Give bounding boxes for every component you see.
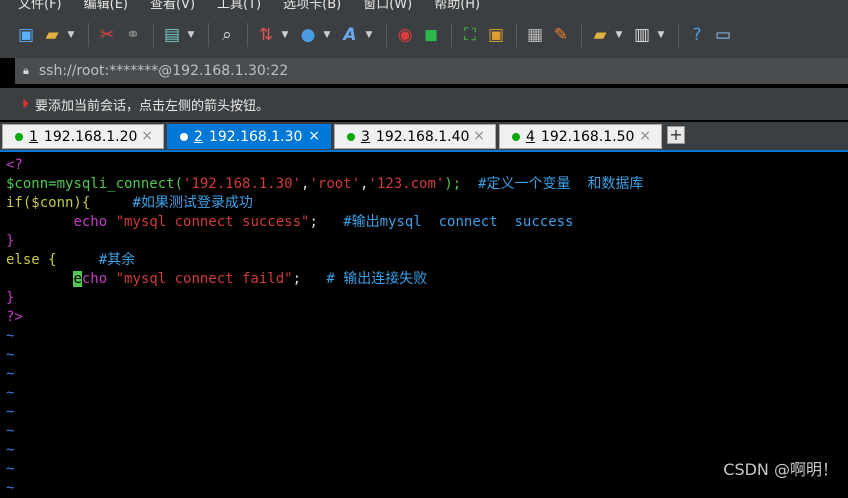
toolbar: ▣ ▰ ▼ ✂ ⚭ ▤ ▼ ⌕ ⇅ ▼ ● ▼ A ▼ ◉ ◼ ⛶ ▣ ▦ ✎ … (0, 12, 848, 58)
terminal[interactable]: <? $conn=mysqli_connect('192.168.1.30','… (0, 152, 848, 496)
connected-dot-icon (512, 132, 520, 141)
new-file-icon[interactable]: ▤ (160, 23, 184, 47)
tab-192-168-1-20[interactable]: 1 192.168.1.20 × (2, 124, 164, 149)
code-line: echo "mysql connect faild"; # 输出连接失败 (73, 271, 428, 287)
terminal-cursor: e (73, 271, 82, 287)
tilde-line: ~ (6, 366, 15, 382)
tab-bar: 1 192.168.1.20 × 2 192.168.1.30 × 3 192.… (0, 122, 848, 150)
chevron-down-icon[interactable]: ▼ (186, 23, 196, 47)
xftp-icon[interactable]: ◼ (419, 23, 443, 47)
keyboard-icon[interactable]: ▦ (523, 23, 547, 47)
code-line: if($conn){ #如果测试登录成功 (6, 195, 253, 211)
new-session-icon[interactable]: ▣ (14, 23, 38, 47)
menu-edit[interactable]: 编辑(E) (84, 0, 128, 12)
code-line: $conn=mysqli_connect('192.168.1.30','roo… (6, 176, 644, 192)
open-folder-icon[interactable]: ▰ (40, 23, 64, 47)
xshell-icon[interactable]: ◉ (393, 23, 417, 47)
connected-dot-icon (347, 132, 355, 141)
menu-file[interactable]: 文件(F) (18, 0, 62, 12)
code-line: } (6, 290, 15, 306)
tilde-line: ~ (6, 461, 15, 477)
close-icon[interactable]: × (308, 128, 320, 144)
code-line: else { #其余 (6, 252, 136, 268)
hint-bar: ⏵ 要添加当前会话，点击左侧的箭头按钮。 (0, 88, 848, 120)
chevron-down-icon[interactable]: ▼ (364, 23, 374, 47)
connected-dot-icon (15, 132, 23, 141)
close-icon[interactable]: × (141, 128, 153, 144)
menu-view[interactable]: 查看(V) (150, 0, 195, 12)
tab-192-168-1-50[interactable]: 4 192.168.1.50 × (499, 124, 662, 149)
tilde-line: ~ (6, 328, 15, 344)
tab-192-168-1-40[interactable]: 3 192.168.1.40 × (334, 124, 496, 149)
lock-icon: 🔒︎ (23, 64, 29, 77)
fullscreen-icon[interactable]: ⛶ (458, 23, 482, 47)
menu-bar: 文件(F) 编辑(E) 查看(V) 工具(T) 选项卡(B) 窗口(W) 帮助(… (0, 0, 848, 12)
close-icon[interactable]: × (639, 128, 651, 144)
help-icon[interactable]: ? (685, 23, 709, 47)
reconnect-icon[interactable]: ⚭ (121, 23, 145, 47)
highlight-icon[interactable]: ✎ (549, 23, 573, 47)
hint-text: 要添加当前会话，点击左侧的箭头按钮。 (35, 98, 270, 114)
tab-192-168-1-30[interactable]: 2 192.168.1.30 × (167, 124, 331, 149)
lock-icon[interactable]: ▣ (484, 23, 508, 47)
chevron-down-icon[interactable]: ▼ (322, 23, 332, 47)
chat-icon[interactable]: ▭ (711, 23, 735, 47)
tilde-line: ~ (6, 423, 15, 439)
search-icon[interactable]: ⌕ (215, 23, 239, 47)
tab-label: 192.168.1.20 (43, 128, 138, 145)
menu-window[interactable]: 窗口(W) (363, 0, 412, 12)
tab-label: 192.168.1.40 (375, 128, 470, 145)
globe-icon[interactable]: ● (296, 23, 320, 47)
chevron-down-icon[interactable]: ▼ (280, 23, 290, 47)
chevron-down-icon[interactable]: ▼ (614, 23, 624, 47)
watermark: CSDN @啊明！ (723, 460, 838, 479)
code-line: echo "mysql connect success"; #输出mysql c… (73, 214, 574, 230)
code-line: ?> (6, 309, 23, 325)
tab-label: 192.168.1.50 (540, 128, 635, 145)
menu-help[interactable]: 帮助(H) (434, 0, 480, 12)
bookmark-arrow-icon[interactable]: ⏵ (22, 96, 29, 112)
close-icon[interactable]: × (473, 128, 485, 144)
tilde-line: ~ (6, 404, 15, 420)
layout-icon[interactable]: ▥ (630, 23, 654, 47)
font-icon[interactable]: A (338, 23, 362, 47)
menu-tabs[interactable]: 选项卡(B) (283, 0, 341, 12)
tilde-line: ~ (6, 385, 15, 401)
new-folder-icon[interactable]: ▰ (588, 23, 612, 47)
chevron-down-icon[interactable]: ▼ (66, 23, 76, 47)
code-line: } (6, 233, 15, 249)
tilde-line: ~ (6, 480, 15, 496)
connected-dot-icon (180, 132, 188, 141)
disconnect-icon[interactable]: ✂ (95, 23, 119, 47)
code-line: <? (6, 157, 23, 173)
transfer-icon[interactable]: ⇅ (254, 23, 278, 47)
address-text: ssh://root:*******@192.168.1.30:22 (38, 63, 289, 79)
add-tab-button[interactable]: + (667, 126, 685, 144)
menu-tools[interactable]: 工具(T) (217, 0, 261, 12)
tilde-line: ~ (6, 442, 15, 458)
address-bar[interactable]: 🔒︎ ssh://root:*******@192.168.1.30:22 (15, 58, 848, 84)
chevron-down-icon[interactable]: ▼ (656, 23, 666, 47)
tilde-line: ~ (6, 347, 15, 363)
tab-label: 192.168.1.30 (208, 128, 303, 145)
